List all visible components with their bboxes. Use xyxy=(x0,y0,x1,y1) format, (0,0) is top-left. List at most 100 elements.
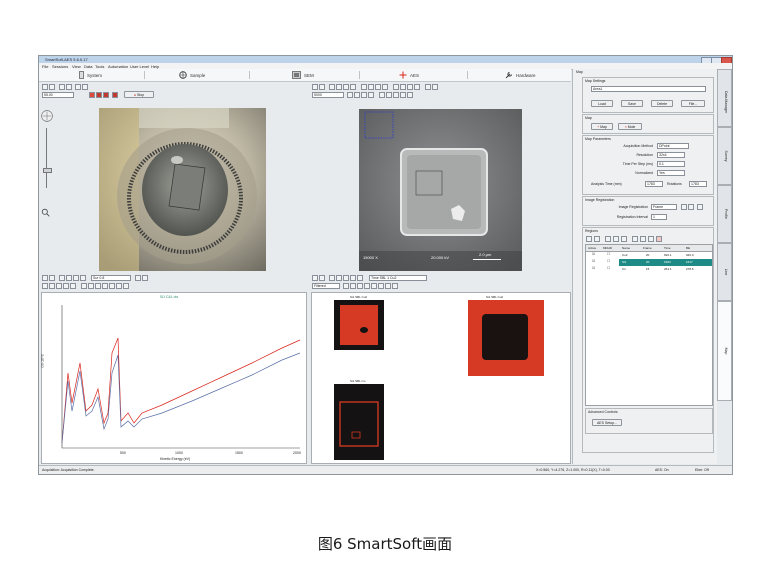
toolbar-button[interactable] xyxy=(82,84,88,90)
toolbar-button[interactable] xyxy=(400,84,406,90)
toolbar-button[interactable] xyxy=(109,283,115,289)
stop-button[interactable]: ● Stop xyxy=(124,91,154,98)
toolbar-button[interactable] xyxy=(66,275,72,281)
toolbar-button[interactable] xyxy=(142,275,148,281)
auger-map-image[interactable] xyxy=(334,384,384,460)
toolbar-button[interactable] xyxy=(329,275,335,281)
toolbar-button[interactable] xyxy=(80,275,86,281)
toolbar-button[interactable] xyxy=(386,92,392,98)
start-map-button[interactable]: + Map xyxy=(591,123,613,130)
nav-aes[interactable]: AES xyxy=(399,71,419,79)
region-tool-button[interactable] xyxy=(648,236,654,242)
toolbar-button[interactable] xyxy=(49,275,55,281)
spectrum-select[interactable]: Sur 0.8 xyxy=(91,275,131,281)
active-checkbox[interactable]: ☑ xyxy=(592,252,595,256)
toolbar-button[interactable] xyxy=(393,92,399,98)
toolbar-button[interactable] xyxy=(312,275,318,281)
sem-image[interactable]: 15000 X 20.000 kV 2.0 μm xyxy=(359,109,522,271)
toolbar-button[interactable] xyxy=(73,275,79,281)
toolbar-button[interactable] xyxy=(49,84,55,90)
active-checkbox[interactable]: ☑ xyxy=(592,266,595,270)
toolbar-button[interactable] xyxy=(343,84,349,90)
toolbar-button[interactable] xyxy=(378,283,384,289)
toolbar-button[interactable] xyxy=(350,84,356,90)
focus-slider-track[interactable] xyxy=(46,128,47,188)
toolbar-button[interactable] xyxy=(75,84,81,90)
toolbar-button[interactable] xyxy=(382,84,388,90)
nav-sample[interactable]: Sample xyxy=(179,71,205,79)
nav-system[interactable]: System xyxy=(79,71,102,79)
toolbar-button[interactable] xyxy=(393,84,399,90)
record-button[interactable] xyxy=(89,92,95,98)
region-tool-button[interactable] xyxy=(621,236,627,242)
mdhd-checkbox[interactable]: ☐ xyxy=(607,259,610,263)
sample-zoom-select[interactable]: 55.00 xyxy=(42,92,74,98)
delete-button[interactable]: Delete xyxy=(651,100,673,107)
toolbar-button[interactable] xyxy=(361,92,367,98)
mdhd-checkbox[interactable]: ☐ xyxy=(607,252,610,256)
toolbar-button[interactable] xyxy=(350,275,356,281)
table-row[interactable]: ☑ ☐ Cu2 20 920.1 940.0 xyxy=(586,252,712,259)
tab-survey[interactable]: Survey xyxy=(717,127,732,185)
toolbar-button[interactable] xyxy=(379,92,385,98)
toolbar-button[interactable] xyxy=(336,84,342,90)
toolbar-button[interactable] xyxy=(63,283,69,289)
stage-button[interactable] xyxy=(112,92,118,98)
mole-button[interactable]: × Mole xyxy=(618,123,642,130)
toolbar-button[interactable] xyxy=(319,84,325,90)
toolbar-button[interactable] xyxy=(375,84,381,90)
save-button[interactable]: Save xyxy=(621,100,643,107)
toolbar-button[interactable] xyxy=(385,283,391,289)
sem-magnification-select[interactable]: 5000 xyxy=(312,92,344,98)
map-settings-select[interactable]: Area1 xyxy=(591,86,706,92)
toolbar-button[interactable] xyxy=(59,84,65,90)
play-button[interactable] xyxy=(96,92,102,98)
toolbar-button[interactable] xyxy=(357,283,363,289)
focus-slider-thumb[interactable] xyxy=(43,168,52,173)
nav-hardware[interactable]: Hardware xyxy=(505,71,536,79)
navigation-joystick-icon[interactable] xyxy=(41,110,53,122)
image-registration-select[interactable]: Frame xyxy=(651,204,677,210)
forward-button[interactable] xyxy=(103,92,109,98)
file-button[interactable]: File... xyxy=(681,100,705,107)
toolbar-button[interactable] xyxy=(425,84,431,90)
toolbar-button[interactable] xyxy=(432,84,438,90)
tab-profile[interactable]: Profile xyxy=(717,185,732,243)
toolbar-button[interactable] xyxy=(368,92,374,98)
magnifier-icon[interactable] xyxy=(41,208,50,217)
toolbar-button[interactable] xyxy=(81,283,87,289)
table-row-selected[interactable]: ☑ ☐ Si1 20 1603 1617 xyxy=(586,259,712,266)
auger-map-image[interactable] xyxy=(468,300,544,376)
toolbar-button[interactable] xyxy=(49,283,55,289)
normalized-select[interactable]: Yes xyxy=(657,170,685,176)
toolbar-button[interactable] xyxy=(407,84,413,90)
nav-sem[interactable]: SEM xyxy=(292,71,314,79)
region-tool-button[interactable] xyxy=(613,236,619,242)
tab-map[interactable]: Map xyxy=(717,301,732,401)
toolbar-button[interactable] xyxy=(350,283,356,289)
toolbar-button[interactable] xyxy=(135,275,141,281)
toolbar-button[interactable] xyxy=(400,92,406,98)
toolbar-button[interactable] xyxy=(361,84,367,90)
toolbar-button[interactable] xyxy=(66,84,72,90)
toolbar-button[interactable] xyxy=(414,84,420,90)
aes-setup-button[interactable]: AES Setup... xyxy=(592,419,622,426)
resolution-select[interactable]: 32x4 xyxy=(657,152,685,158)
map-filter-select[interactable]: Filtered xyxy=(312,283,340,289)
toolbar-button[interactable] xyxy=(42,84,48,90)
toolbar-button[interactable] xyxy=(102,283,108,289)
region-tool-button[interactable] xyxy=(605,236,611,242)
sample-camera-image[interactable] xyxy=(99,108,266,271)
toolbar-button[interactable] xyxy=(42,275,48,281)
toolbar-button[interactable] xyxy=(116,283,122,289)
toolbar-button[interactable] xyxy=(407,92,413,98)
toolbar-button[interactable] xyxy=(371,283,377,289)
toolbar-button[interactable] xyxy=(364,283,370,289)
registration-interval-select[interactable]: 1 xyxy=(651,214,667,220)
registration-tool-button[interactable] xyxy=(697,204,703,210)
map-region-select[interactable]: Time SBL 1 Cu2 xyxy=(369,275,427,281)
time-per-step-select[interactable]: 0.1 xyxy=(657,161,685,167)
toolbar-button[interactable] xyxy=(329,84,335,90)
active-checkbox[interactable]: ☑ xyxy=(592,259,595,263)
toolbar-button[interactable] xyxy=(123,283,129,289)
